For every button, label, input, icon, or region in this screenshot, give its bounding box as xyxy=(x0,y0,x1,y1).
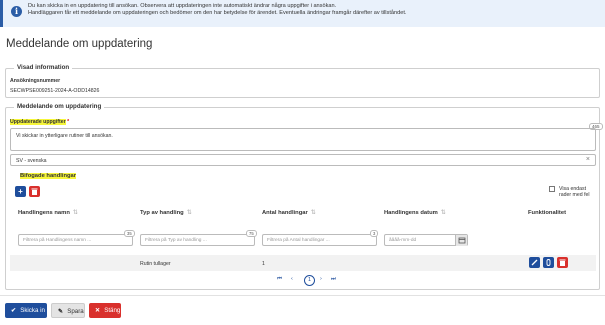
close-button[interactable]: ✕ Stäng xyxy=(89,303,121,318)
submit-button[interactable]: ✔ Skicka in xyxy=(5,303,47,318)
attachments-title: Bifogade handlingar xyxy=(20,173,77,179)
filter-count-input[interactable]: Filtrera på Antal handlingar ... xyxy=(262,234,377,246)
trash-icon[interactable] xyxy=(557,257,568,268)
info-icon: i xyxy=(11,6,22,17)
plus-icon[interactable]: + xyxy=(15,186,26,197)
divider xyxy=(0,295,605,296)
cell-count: 1 xyxy=(262,261,265,267)
first-page-icon[interactable]: ⏮ xyxy=(277,276,282,283)
col-header-functions: Funktionalitet xyxy=(528,210,566,216)
col-header-type[interactable]: Typ av handling ⇅ xyxy=(140,210,192,216)
close-icon: ✕ xyxy=(95,307,101,314)
sort-icon[interactable]: ⇅ xyxy=(311,210,316,216)
page-title: Meddelande om uppdatering xyxy=(6,38,153,50)
only-error-rows-checkbox[interactable] xyxy=(549,186,555,192)
pencil-icon: ✎ xyxy=(58,308,64,315)
info-banner: i Du kan skicka in en uppdatering till a… xyxy=(0,0,605,27)
sort-icon[interactable]: ⇅ xyxy=(73,210,78,216)
save-button[interactable]: ✎ Spara xyxy=(51,303,85,318)
edit-icon[interactable] xyxy=(529,257,540,268)
filter-type-input[interactable]: Filtrera på Typ av handling ... xyxy=(140,234,255,246)
update-textarea[interactable]: Vi skickar in ytterligare rutiner till a… xyxy=(10,128,596,151)
required-mark: * xyxy=(67,119,70,125)
col-header-date[interactable]: Handlingens datum ⇅ xyxy=(384,210,446,216)
sort-icon[interactable]: ⇅ xyxy=(187,210,192,216)
language-value: SV - svenska xyxy=(16,158,47,164)
sort-icon[interactable]: ⇅ xyxy=(441,210,446,216)
calendar-icon[interactable] xyxy=(455,235,467,246)
filter-date-input[interactable]: åååå-mm-dd xyxy=(384,234,468,246)
info-line-2: Handläggaren får ett meddelande om uppda… xyxy=(28,10,407,17)
filter-count: 75 xyxy=(246,230,257,237)
only-error-rows-label: Visa endast rader med fel xyxy=(559,186,590,198)
close-icon[interactable]: × xyxy=(586,156,590,163)
meddelande-section: Meddelande om uppdatering Uppdaterade up… xyxy=(5,103,603,290)
col-header-name[interactable]: Handlingens namn ⇅ xyxy=(18,210,78,216)
next-page-icon[interactable]: › xyxy=(320,276,322,282)
send-icon: ✔ xyxy=(11,307,17,314)
last-page-icon[interactable]: ⏭ xyxy=(331,276,336,283)
info-text: Du kan skicka in en uppdatering till ans… xyxy=(28,3,406,17)
prev-page-icon[interactable]: ‹ xyxy=(291,276,293,282)
updated-info-label: Uppdaterade uppgifter * xyxy=(10,119,70,125)
paperclip-icon[interactable] xyxy=(543,257,554,268)
current-page[interactable]: 1 xyxy=(304,275,315,286)
section-legend: Visad information xyxy=(14,64,73,71)
cell-type: Rutin tullager xyxy=(140,261,171,267)
filter-count: 35 xyxy=(124,230,135,237)
trash-icon[interactable] xyxy=(29,186,40,197)
visad-information-section: Visad information Ansökningsnummer SECWP… xyxy=(5,64,600,98)
table-row xyxy=(10,255,596,271)
filter-name-input[interactable]: Filtrera på Handlingens namn ... xyxy=(18,234,133,246)
language-select[interactable]: SV - svenska × xyxy=(10,154,596,166)
section-legend: Meddelande om uppdatering xyxy=(14,103,105,110)
application-number-value: SECWPSE009251-2024-A-ODD14826 xyxy=(10,88,100,94)
col-header-count[interactable]: Antal handlingar ⇅ xyxy=(262,210,316,216)
application-number-label: Ansökningsnummer xyxy=(10,78,61,84)
filter-count: 3 xyxy=(370,230,379,237)
